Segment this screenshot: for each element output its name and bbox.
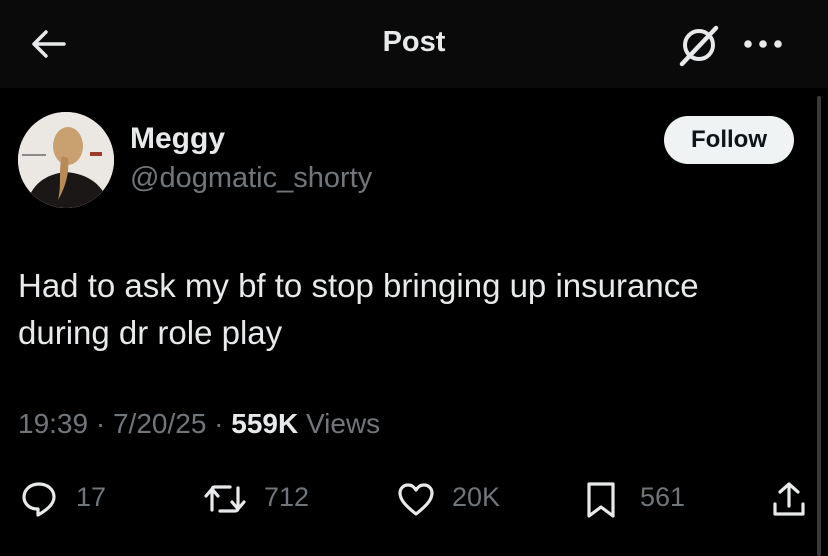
tweet-meta: 19:39 · 7/20/25 · 559K Views: [18, 408, 380, 440]
tweet-date[interactable]: 7/20/25: [113, 408, 206, 439]
share-icon: [773, 482, 805, 516]
author-handle[interactable]: @dogmatic_shorty: [130, 162, 372, 195]
grok-button[interactable]: [676, 22, 722, 68]
reply-button[interactable]: 17: [20, 474, 110, 524]
like-button[interactable]: 20K: [396, 474, 516, 524]
repost-count: 712: [264, 482, 310, 512]
author-name[interactable]: Meggy: [130, 122, 225, 156]
bookmark-icon: [587, 482, 615, 518]
bookmark-count: 561: [640, 482, 686, 512]
top-bar: Post: [0, 0, 828, 88]
share-button[interactable]: [770, 474, 810, 524]
bookmark-button[interactable]: 561: [584, 474, 694, 524]
tweet-text: Had to ask my bf to stop bringing up ins…: [18, 262, 808, 356]
heart-icon: [398, 483, 434, 516]
tweet-text-line: during dr role play: [18, 314, 283, 351]
separator-dot: ·: [95, 408, 106, 439]
action-bar: 17 712 20K 561: [0, 474, 828, 524]
grok-icon: [679, 25, 719, 67]
repost-button[interactable]: 712: [202, 474, 322, 524]
avatar[interactable]: [18, 112, 114, 208]
separator-dot: ·: [214, 408, 224, 439]
more-options-button[interactable]: [742, 30, 784, 58]
views-label: Views: [306, 408, 381, 439]
tweet-text-line: Had to ask my bf to stop bringing up ins…: [18, 267, 699, 304]
like-count: 20K: [452, 482, 501, 512]
tweet-time[interactable]: 19:39: [18, 408, 88, 439]
follow-button[interactable]: Follow: [664, 116, 794, 164]
reply-icon: [22, 482, 56, 517]
views-count: 559K: [231, 408, 299, 439]
avatar-photo: [18, 112, 114, 208]
more-horizontal-icon: [744, 40, 782, 48]
reply-count: 17: [76, 482, 107, 512]
repost-icon: [204, 485, 246, 513]
